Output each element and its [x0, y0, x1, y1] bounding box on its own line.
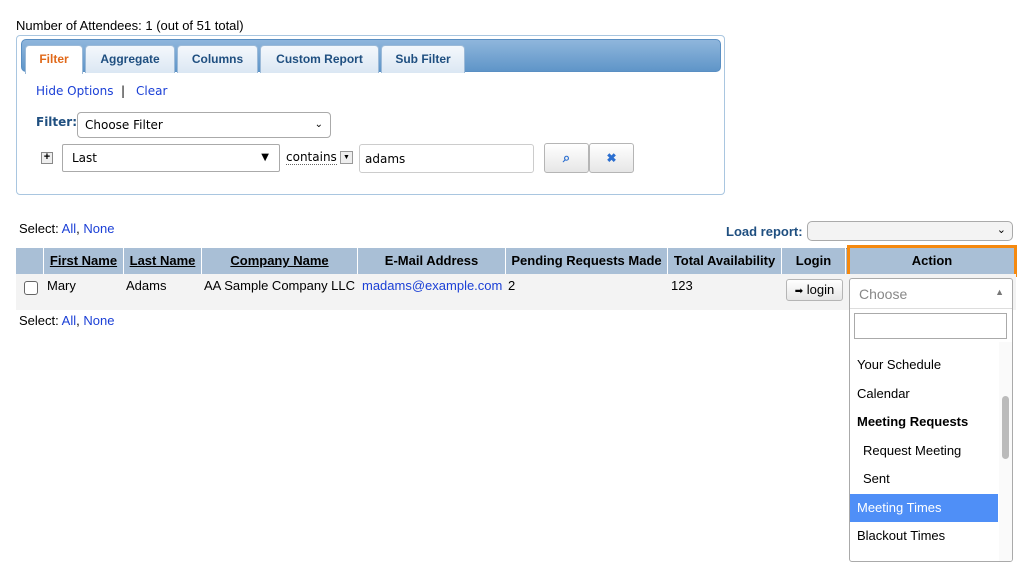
option-meeting-times[interactable]: Meeting Times	[850, 494, 998, 522]
header-login: Login	[782, 248, 846, 274]
header-first-name[interactable]: First Name	[44, 248, 124, 274]
caret-up-icon: ▲	[995, 287, 1004, 297]
operator-select[interactable]: contains	[286, 150, 337, 165]
login-label: login	[806, 282, 835, 297]
field-select-value: Last	[72, 151, 97, 165]
header-company-name[interactable]: Company Name	[202, 248, 358, 274]
tab-aggregate[interactable]: Aggregate	[85, 45, 175, 73]
tab-filter[interactable]: Filter	[25, 45, 83, 74]
login-button[interactable]: ➡ login	[786, 279, 843, 301]
option-blackout-times[interactable]: Blackout Times	[850, 522, 998, 550]
select-column-header	[16, 248, 44, 274]
cell-email-link[interactable]: madams@example.com	[362, 278, 502, 293]
header-total-availability: Total Availability	[668, 248, 782, 274]
scrollbar[interactable]	[999, 342, 1012, 561]
hide-options-link[interactable]: Hide Options	[36, 84, 113, 98]
option-request-meeting[interactable]: Request Meeting	[850, 437, 998, 465]
filter-label: Filter:	[36, 115, 78, 129]
select-label: Select:	[19, 313, 59, 328]
close-icon: ✖	[606, 151, 617, 165]
filter-panel: Filter Aggregate Columns Custom Report S…	[16, 35, 725, 195]
plus-icon: +	[43, 151, 51, 163]
operator-dropdown-icon[interactable]: ▼	[340, 151, 353, 164]
choose-filter-value: Choose Filter	[85, 118, 163, 132]
select-none-link[interactable]: None	[83, 313, 114, 328]
row-checkbox[interactable]	[24, 281, 38, 295]
cell-pending: 2	[508, 278, 516, 293]
tab-sub-filter[interactable]: Sub Filter	[381, 45, 465, 73]
option-your-schedule[interactable]: Your Schedule	[850, 351, 998, 379]
chevron-down-icon: ⌄	[314, 119, 323, 130]
header-action: Action	[847, 245, 1017, 277]
field-select[interactable]: Last ▼	[62, 144, 280, 172]
search-icon: ⌕	[562, 150, 571, 165]
cell-last-name: Adams	[126, 278, 167, 293]
load-report-select[interactable]: ⌄	[807, 221, 1013, 241]
select-controls-bottom: Select: All, None	[19, 313, 114, 328]
select-all-link[interactable]: All	[62, 221, 76, 236]
action-dropdown[interactable]: Choose ▲ Your Schedule Calendar Meeting …	[849, 278, 1013, 562]
action-select[interactable]: Choose ▲	[850, 279, 1012, 309]
option-calendar[interactable]: Calendar	[850, 380, 998, 408]
select-all-link[interactable]: All	[62, 313, 76, 328]
header-pending-requests: Pending Requests Made	[506, 248, 668, 274]
cell-first-name: Mary	[47, 278, 76, 293]
load-report-label: Load report:	[726, 224, 803, 239]
tab-bar: Filter Aggregate Columns Custom Report S…	[21, 39, 721, 74]
header-last-name[interactable]: Last Name	[124, 248, 202, 274]
add-condition-button[interactable]: +	[41, 152, 53, 164]
action-placeholder: Choose	[859, 286, 908, 302]
action-search-input[interactable]	[854, 313, 1007, 339]
attendee-count: Number of Attendees: 1 (out of 51 total)	[16, 18, 244, 33]
cell-availability: 123	[671, 278, 693, 293]
tab-custom-report[interactable]: Custom Report	[260, 45, 379, 73]
group-meeting-requests: Meeting Requests	[857, 414, 969, 429]
choose-filter-select[interactable]: Choose Filter ⌄	[77, 112, 331, 138]
tab-columns[interactable]: Columns	[177, 45, 258, 73]
cell-company: AA Sample Company LLC	[204, 278, 356, 293]
scrollbar-thumb[interactable]	[1002, 396, 1009, 459]
option-sent[interactable]: Sent	[850, 465, 998, 493]
filter-value-input[interactable]	[359, 144, 534, 173]
login-icon: ➡	[794, 286, 804, 297]
search-button[interactable]: ⌕	[544, 143, 589, 173]
select-label: Select:	[19, 221, 59, 236]
comma: ,	[76, 313, 80, 328]
comma: ,	[76, 221, 80, 236]
caret-down-icon: ▼	[261, 152, 269, 163]
select-none-link[interactable]: None	[83, 221, 114, 236]
chevron-down-icon: ⌄	[996, 224, 1006, 236]
header-email: E-Mail Address	[358, 248, 506, 274]
clear-link[interactable]: Clear	[136, 84, 167, 98]
separator: |	[121, 84, 126, 98]
select-controls-top: Select: All, None	[19, 221, 114, 236]
clear-filter-button[interactable]: ✖	[589, 143, 634, 173]
